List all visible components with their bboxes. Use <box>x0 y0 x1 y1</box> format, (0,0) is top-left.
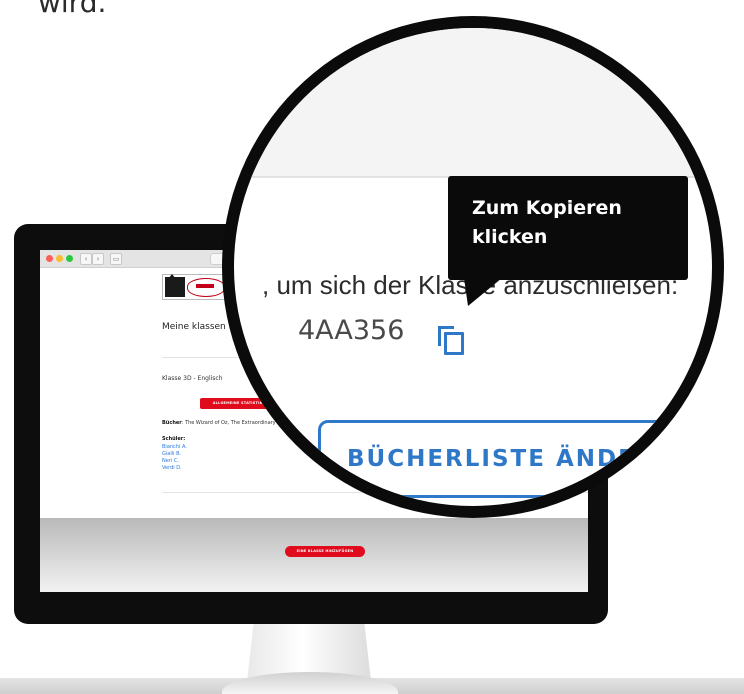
copy-icon-front <box>444 332 464 355</box>
student-link[interactable]: Verdi D. <box>162 465 182 471</box>
page-title: Meine klassen <box>162 322 226 332</box>
cat-logo-icon <box>165 274 185 297</box>
sidebar-toggle-icon[interactable]: ▭ <box>110 253 122 265</box>
back-icon[interactable]: ‹ <box>80 253 92 265</box>
students-label: Schüler: <box>162 436 186 442</box>
books-list: : The Wizard of Oz, The Extraordinary Mo <box>181 420 285 426</box>
student-link[interactable]: Bianchi A. <box>162 444 187 450</box>
class-code: 4AA356 <box>298 315 405 346</box>
copy-tooltip: Zum Kopieren klicken <box>448 176 688 280</box>
tooltip-line-1: Zum Kopieren <box>472 197 622 219</box>
books-label: Bücher <box>162 420 182 426</box>
books-line: Bücher: The Wizard of Oz, The Extraordin… <box>162 420 285 426</box>
tooltip-arrow <box>464 278 502 306</box>
edit-book-list-button[interactable]: BÜCHERLISTE ÄNDERN <box>318 420 684 498</box>
class-name: Klasse 3D - Englisch <box>162 375 223 382</box>
add-class-button[interactable]: EINE KLASSE HINZUFÜGEN <box>285 546 365 557</box>
magnifier-header-area <box>234 28 712 178</box>
tooltip-line-2: klicken <box>472 226 548 248</box>
student-link[interactable]: Gialli B. <box>162 451 181 457</box>
close-window-button[interactable] <box>46 255 53 262</box>
minimize-window-button[interactable] <box>56 255 63 262</box>
app-logo <box>162 274 228 300</box>
copy-icon[interactable] <box>438 326 464 355</box>
maximize-window-button[interactable] <box>66 255 73 262</box>
book-logo-icon <box>187 278 225 297</box>
student-link[interactable]: Neri C. <box>162 458 179 464</box>
magnifier-circle: , um sich der Klasse anzuschließen: 4AA3… <box>224 18 722 516</box>
intro-text: wird. <box>38 0 107 19</box>
forward-icon[interactable]: › <box>92 253 104 265</box>
